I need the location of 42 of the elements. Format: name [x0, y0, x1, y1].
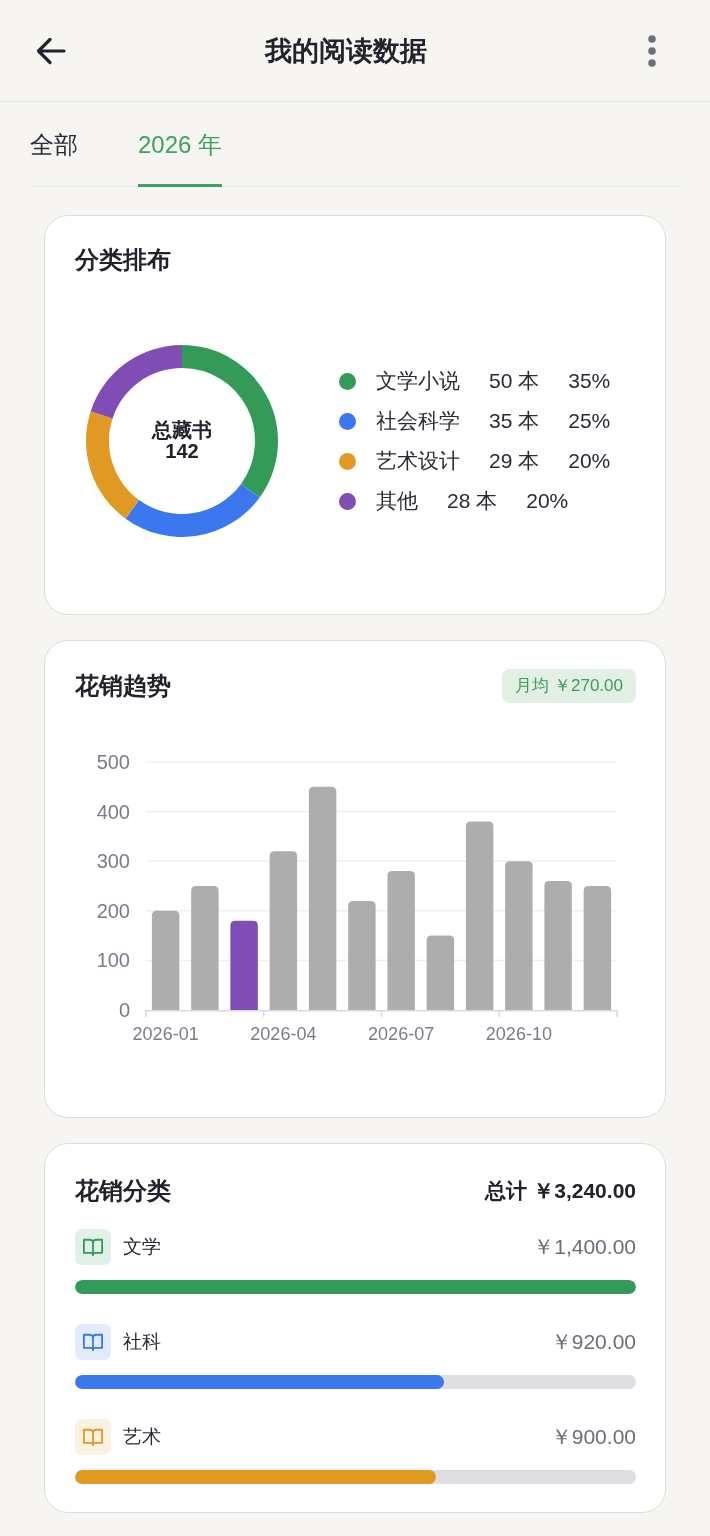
legend-percent: 20% — [568, 449, 611, 473]
legend-label: 其他 — [376, 488, 418, 514]
legend-count: 50 本 — [489, 368, 540, 394]
tab[interactable]: 全部 — [30, 102, 78, 187]
legend-label: 文学小说 — [376, 368, 460, 394]
legend-count: 28 本 — [447, 488, 498, 514]
total-amount: 总计 ￥3,240.00 — [485, 1178, 636, 1204]
category-label: 文学 — [123, 1235, 161, 1259]
x-axis-label: 2026-04 — [250, 1024, 317, 1044]
x-axis-label: 2026-01 — [132, 1024, 199, 1044]
legend-label: 艺术设计 — [376, 448, 460, 474]
card-title: 分类排布 — [75, 245, 172, 275]
y-axis-label: 100 — [96, 949, 130, 972]
card-title: 花销分类 — [75, 1176, 171, 1206]
card-title: 花销趋势 — [75, 671, 171, 701]
page-title: 我的阅读数据 — [265, 34, 427, 68]
category-amount: ￥900.00 — [550, 1424, 636, 1450]
category-amount: ￥920.00 — [550, 1329, 636, 1355]
category-label: 艺术 — [123, 1425, 161, 1449]
x-axis-label: 2026-10 — [485, 1024, 552, 1044]
donut-center-label: 总藏书 — [152, 420, 212, 441]
book-icon — [75, 1229, 111, 1265]
average-badge: 月均 ￥270.00 — [502, 669, 636, 703]
x-axis-label: 2026-07 — [368, 1024, 435, 1044]
y-axis-label: 500 — [96, 751, 130, 773]
legend-percent: 20% — [526, 489, 569, 513]
book-icon — [75, 1419, 111, 1455]
legend-count: 35 本 — [489, 408, 540, 434]
legend-label: 社会科学 — [376, 408, 460, 434]
book-icon — [75, 1324, 111, 1360]
legend-percent: 25% — [568, 409, 611, 433]
category-label: 社科 — [123, 1330, 161, 1354]
more-menu-icon[interactable] — [648, 34, 656, 67]
y-axis-label: 200 — [96, 899, 130, 922]
legend-count: 29 本 — [489, 448, 540, 474]
category-amount: ￥1,400.00 — [533, 1234, 636, 1260]
y-axis-label: 0 — [118, 999, 130, 1021]
back-arrow-icon[interactable] — [36, 36, 66, 65]
y-axis-label: 300 — [96, 850, 130, 873]
y-axis-label: 400 — [96, 800, 130, 823]
legend-percent: 35% — [568, 369, 611, 393]
donut-center-value: 142 — [165, 441, 199, 462]
